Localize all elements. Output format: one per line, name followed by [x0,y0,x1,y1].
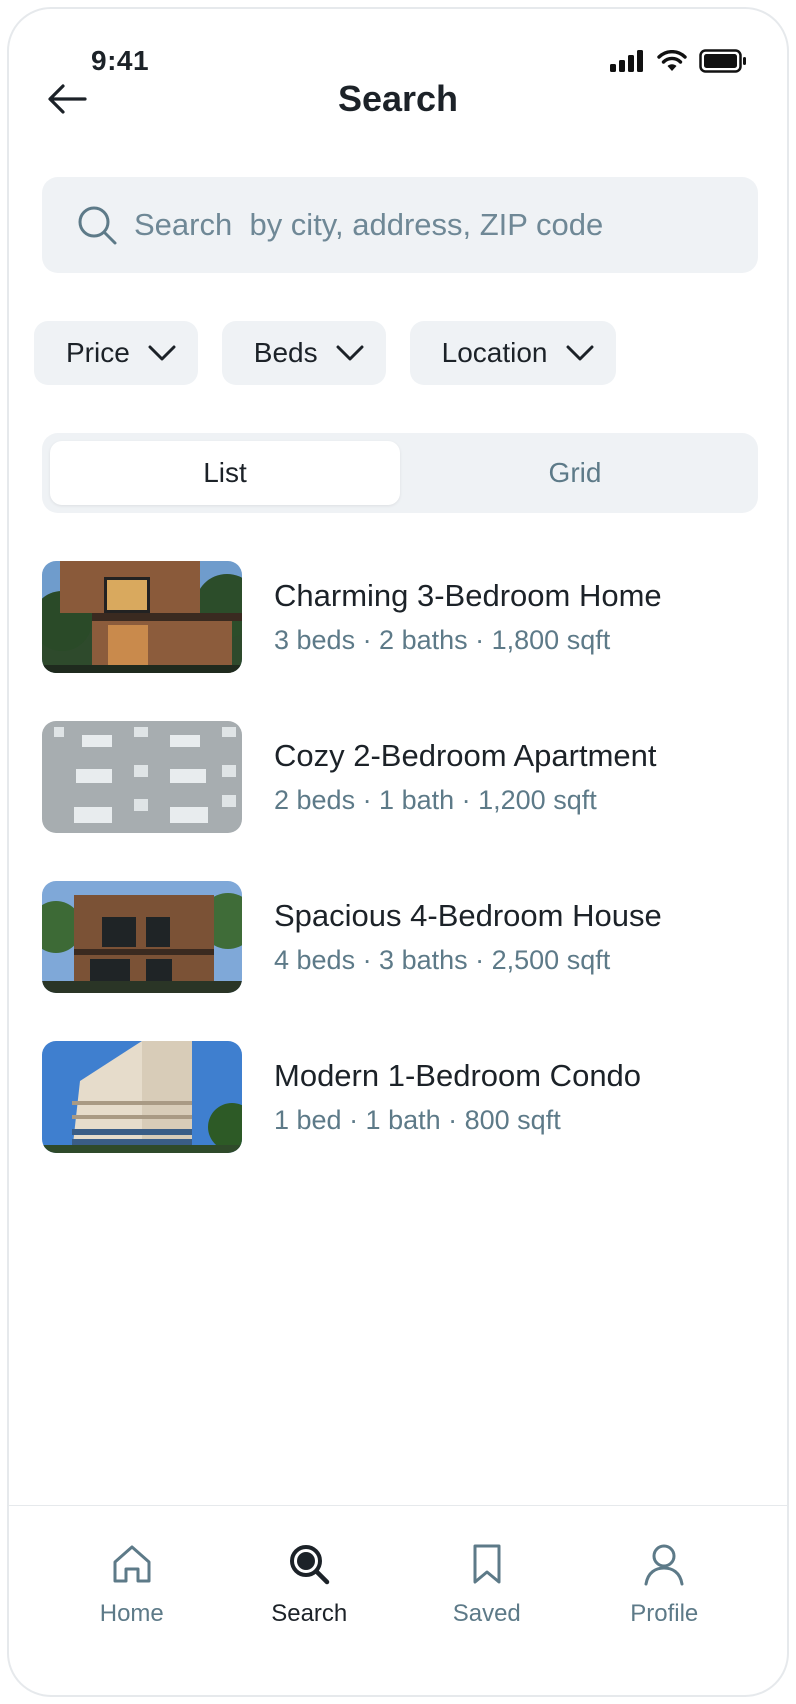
tab-saved-label: Saved [452,1600,521,1627]
filter-price-label: Price [66,337,130,368]
home-icon [113,1545,151,1583]
listing-item[interactable]: Spacious 4-Bedroom House 4 beds · 3 bath… [42,881,758,993]
listing-list: Charming 3-Bedroom Home 3 beds · 2 baths… [42,561,758,1201]
view-toggle: List Grid [42,433,758,513]
tab-profile-label: Profile [630,1600,699,1627]
tab-bar: Home Search Saved Profile [9,1505,787,1695]
page-title: Search [337,78,459,119]
filter-beds-label: Beds [253,337,318,368]
listing-photo [42,881,242,993]
search-bar[interactable] [42,177,758,273]
phone-frame: 9:41 Search Search by city, address, ZIP… [7,7,789,1697]
listing-item[interactable]: Charming 3-Bedroom Home 3 beds · 2 baths… [42,561,758,673]
tab-search[interactable]: Search [221,1506,399,1695]
filter-location[interactable]: Location [409,321,616,385]
tab-home-label: Home [99,1600,164,1627]
listing-title: Modern 1-Bedroom Condo [274,1058,642,1093]
filter-price[interactable]: Price [34,321,198,385]
status-icons [609,49,747,73]
listing-details: 1 bed · 1 bath · 800 sqft [274,1105,561,1135]
filter-location-label: Location [441,337,548,368]
tab-saved[interactable]: Saved [398,1506,576,1695]
chevron-down-icon [336,345,364,361]
listing-photo [42,721,242,833]
status-time: 9:41 [91,45,150,76]
view-toggle-list[interactable]: List [50,441,400,505]
view-toggle-grid[interactable]: Grid [400,441,750,505]
chevron-down-icon [566,345,593,361]
signal-icon [610,50,643,72]
listing-details: 2 beds · 1 bath · 1,200 sqft [274,785,597,815]
chevron-down-icon [148,345,176,361]
filter-chips: Price Beds Location [34,321,616,385]
listing-title: Spacious 4-Bedroom House [274,898,662,933]
listing-details: 3 beds · 2 baths · 1,800 sqft [274,625,611,655]
search-input[interactable] [134,207,734,243]
listing-item[interactable]: Cozy 2-Bedroom Apartment 2 beds · 1 bath… [42,721,758,833]
wifi-icon [657,50,687,71]
tab-home[interactable]: Home [43,1506,221,1695]
user-icon [644,1544,684,1586]
listing-photo [42,561,242,673]
filter-beds[interactable]: Beds [221,321,386,385]
search-icon [78,206,117,245]
listing-item[interactable]: Modern 1-Bedroom Condo 1 bed · 1 bath · … [42,1041,758,1153]
bookmark-icon [473,1544,501,1584]
search-icon [290,1545,330,1585]
listing-title: Charming 3-Bedroom Home [274,578,662,613]
battery-icon [699,49,746,73]
tab-search-label: Search [271,1600,348,1627]
listing-title: Cozy 2-Bedroom Apartment [274,738,657,773]
listing-photo [42,1041,242,1153]
tab-profile[interactable]: Profile [576,1506,754,1695]
listing-details: 4 beds · 3 baths · 2,500 sqft [274,945,611,975]
